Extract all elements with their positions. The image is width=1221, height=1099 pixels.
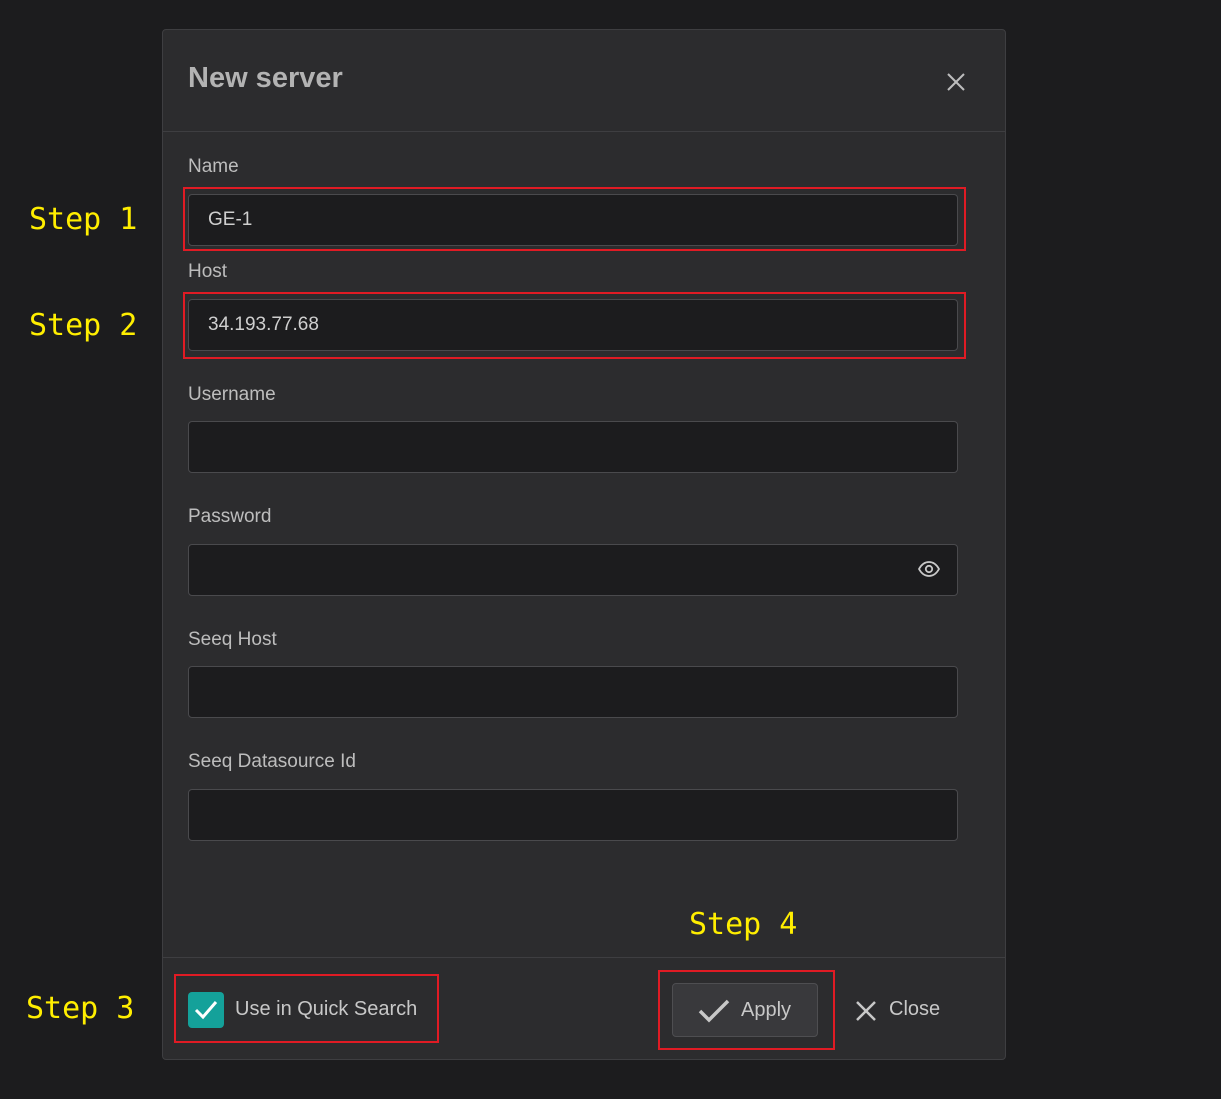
step4-highlight: [658, 970, 835, 1050]
step4-label: Step 4: [689, 907, 798, 942]
seeq-datasource-id-field[interactable]: [188, 789, 958, 841]
close-icon[interactable]: [943, 69, 969, 95]
seeq-host-label: Seeq Host: [188, 629, 277, 650]
step2-highlight: [183, 292, 966, 359]
dialog-header: New server: [163, 30, 1005, 132]
username-field[interactable]: [188, 421, 958, 473]
step1-highlight: [183, 187, 966, 251]
password-field[interactable]: [188, 544, 958, 596]
dialog-title: New server: [188, 62, 343, 94]
step3-label: Step 3: [26, 991, 135, 1026]
close-label: Close: [889, 998, 941, 1020]
step3-highlight: [174, 974, 439, 1043]
footer-divider: [163, 957, 1005, 958]
password-label: Password: [188, 506, 272, 527]
name-label: Name: [188, 156, 239, 177]
eye-icon[interactable]: [917, 557, 941, 581]
step2-label: Step 2: [29, 308, 138, 343]
username-label: Username: [188, 384, 276, 405]
seeq-datasource-id-label: Seeq Datasource Id: [188, 751, 356, 772]
close-x-icon: [856, 1001, 876, 1021]
new-server-dialog: New server Name Host Username Password S…: [162, 29, 1006, 1060]
close-button[interactable]: Close: [843, 983, 953, 1037]
seeq-host-field[interactable]: [188, 666, 958, 718]
step1-label: Step 1: [29, 202, 138, 237]
host-label: Host: [188, 261, 228, 282]
